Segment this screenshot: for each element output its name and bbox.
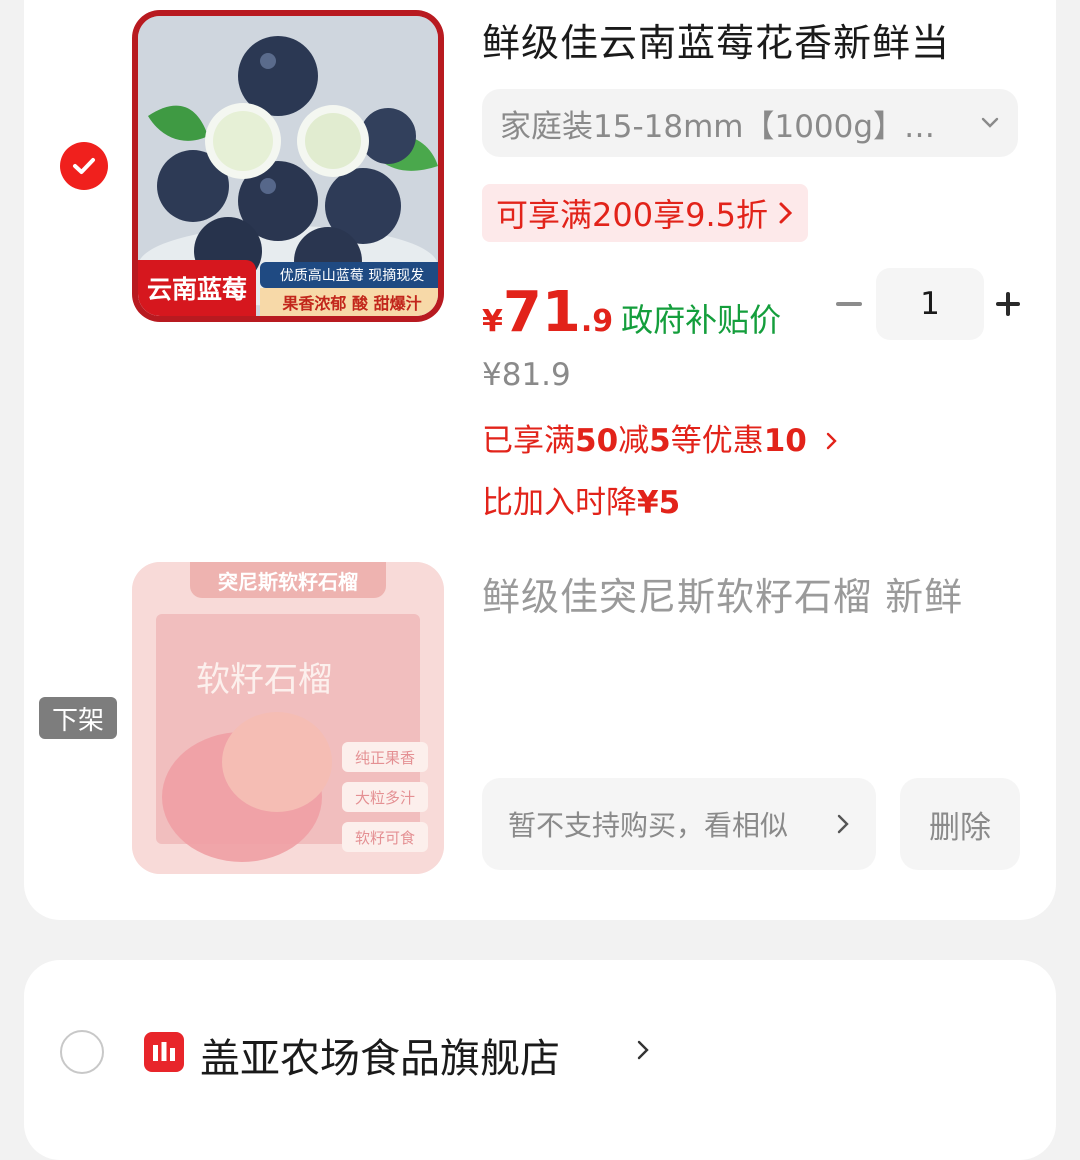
- cart-shop-card: 盖亚农场食品旗舰店: [24, 960, 1056, 1160]
- image-banner-region: 云南蓝莓: [138, 260, 256, 316]
- price-currency: ¥: [482, 304, 503, 339]
- disabled-overlay: [132, 562, 444, 874]
- item-checkbox-checked[interactable]: [60, 142, 108, 190]
- increase-quantity-button[interactable]: [996, 292, 1020, 316]
- discount-amount: 5: [649, 423, 671, 459]
- promo-label: 可享满200享9.5折: [496, 196, 768, 234]
- shop-name-link[interactable]: 盖亚农场食品旗舰店: [200, 1026, 560, 1084]
- discount-info[interactable]: 已享满50减5等优惠10: [482, 415, 839, 460]
- image-banner-quality: 优质高山蓝莓 现摘现发: [260, 262, 438, 288]
- image-banner-taste: 果香浓郁 酸 甜爆汁: [260, 288, 438, 316]
- discount-threshold: 50: [575, 423, 619, 459]
- discount-text: 等优惠: [670, 423, 764, 459]
- price-integer: 71: [502, 280, 581, 345]
- blueberry-photo: 云南蓝莓 优质高山蓝莓 现摘现发 果香浓郁 酸 甜爆汁: [138, 16, 438, 316]
- chevron-right-icon: [826, 432, 837, 450]
- price: ¥71.9 政府补贴价: [482, 280, 781, 345]
- delete-button[interactable]: 删除: [900, 778, 1020, 870]
- discount-total: 10: [763, 423, 807, 459]
- sku-selector[interactable]: 家庭装15-18mm【1000g】…: [482, 89, 1018, 157]
- check-icon: [73, 158, 95, 174]
- store-icon: [144, 1032, 184, 1072]
- product-title[interactable]: 鲜级佳云南蓝莓花香新鲜当: [482, 12, 950, 67]
- product-image-blueberry[interactable]: 云南蓝莓 优质高山蓝莓 现摘现发 果香浓郁 酸 甜爆汁: [132, 10, 444, 322]
- cart-shop-card: 云南蓝莓 优质高山蓝莓 现摘现发 果香浓郁 酸 甜爆汁 鲜级佳云南蓝莓花香新鲜当…: [24, 0, 1056, 920]
- price-drop-value: ¥5: [637, 485, 681, 521]
- product-image-pomegranate[interactable]: 突尼斯软籽石榴 软籽石榴 纯正果香 大粒多汁 软籽可食: [132, 562, 444, 874]
- find-similar-button[interactable]: 暂不支持购买，看相似: [482, 778, 876, 870]
- price-decimal: .9: [580, 304, 614, 339]
- discount-text: 减: [618, 423, 650, 459]
- shop-checkbox[interactable]: [60, 1030, 104, 1074]
- decrease-quantity-button[interactable]: [836, 302, 862, 306]
- subsidy-price-label: 政府补贴价: [621, 301, 782, 339]
- product-title[interactable]: 鲜级佳突尼斯软籽石榴 新鲜: [482, 566, 963, 621]
- price-drop-info: 比加入时降¥5: [482, 477, 680, 522]
- off-shelf-badge: 下架: [39, 697, 117, 739]
- quantity-input[interactable]: 1: [876, 268, 984, 340]
- find-similar-label: 暂不支持购买，看相似: [508, 809, 789, 842]
- chevron-right-icon: [837, 814, 849, 834]
- promo-coupon-chip[interactable]: 可享满200享9.5折: [482, 184, 808, 242]
- chevron-right-icon: [637, 1040, 649, 1060]
- chevron-right-icon: [779, 202, 793, 224]
- discount-text: 已享满: [482, 423, 575, 459]
- chevron-down-icon: [981, 117, 999, 128]
- original-price: ¥81.9: [482, 357, 571, 393]
- sku-label: 家庭装15-18mm【1000g】…: [500, 108, 936, 145]
- price-drop-label: 比加入时降: [482, 485, 637, 521]
